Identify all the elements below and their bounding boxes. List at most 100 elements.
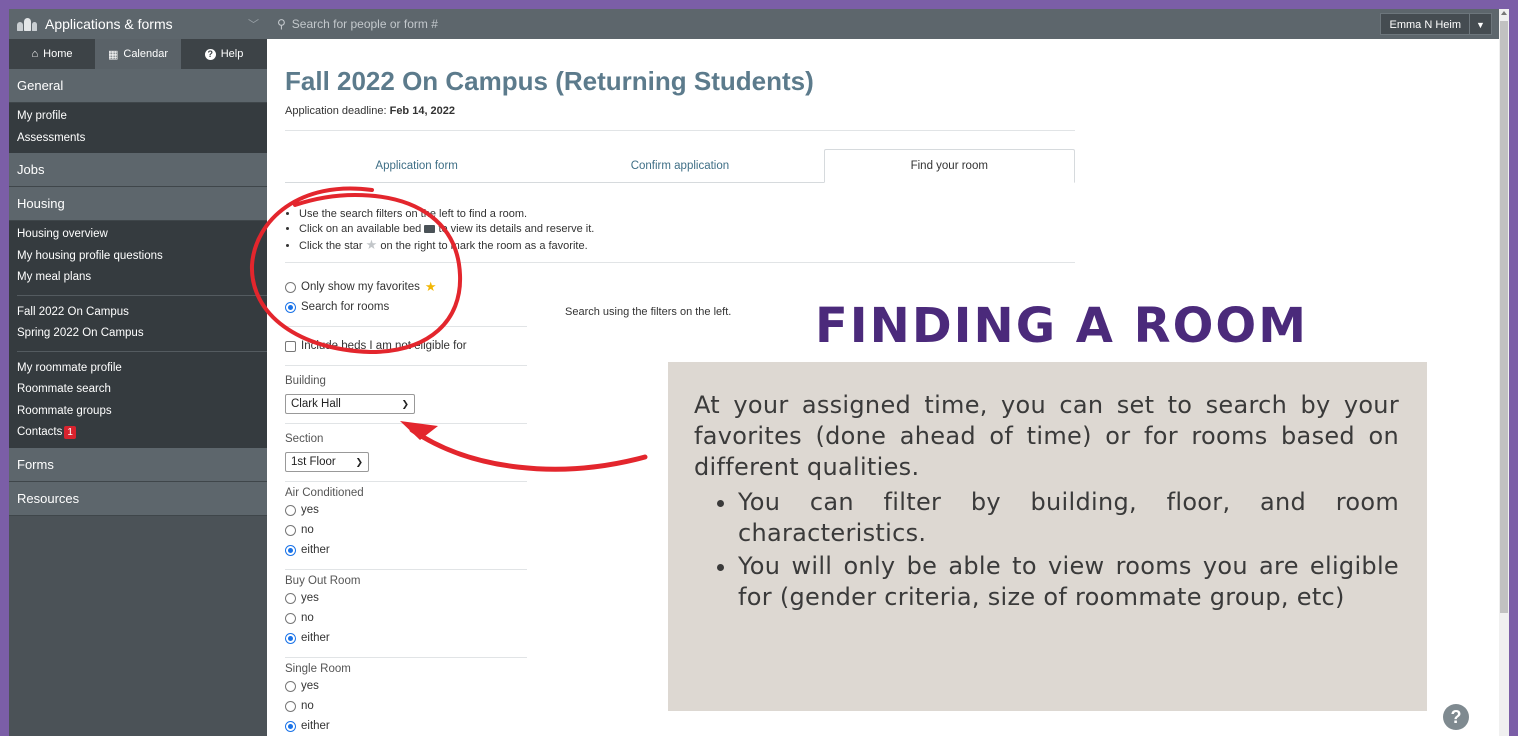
radio-only-favorites[interactable]: Only show my favorites ★ [285, 277, 527, 297]
section-select[interactable]: 1st Floor ❯ [285, 452, 369, 472]
divider [17, 350, 267, 352]
checkbox-include-ineligible[interactable]: Include beds I am not eligible for [285, 336, 527, 356]
callout-box: At your assigned time, you can set to se… [668, 362, 1427, 711]
sidebar-item-spring-2022[interactable]: Spring 2022 On Campus [9, 323, 267, 345]
radio-buyout-either[interactable]: either [285, 628, 527, 648]
chevron-down-icon[interactable]: ﹀ [248, 16, 259, 32]
radio-button[interactable] [285, 504, 296, 516]
instructions-list: Use the search filters on the left to fi… [285, 207, 1075, 254]
sidebar-section-resources[interactable]: Resources [9, 481, 267, 516]
tab-home[interactable]: ⌂ Home [9, 39, 95, 69]
tab-find-your-room[interactable]: Find your room [823, 149, 1075, 183]
topbar: ⚲ Emma N Heim ▼ [267, 9, 1509, 39]
user-menu[interactable]: Emma N Heim ▼ [1380, 13, 1492, 35]
divider [17, 294, 267, 296]
tab-confirm-application[interactable]: Confirm application [548, 149, 811, 182]
caret-down-icon[interactable]: ▼ [1470, 13, 1492, 35]
radio-button[interactable] [285, 680, 296, 692]
radio-buyout-no[interactable]: no [285, 608, 527, 628]
radio-ac-either[interactable]: either [285, 540, 527, 560]
sidebar-item-roommate-groups[interactable]: Roommate groups [9, 401, 267, 423]
section-label: Section [285, 433, 324, 445]
instruction-item: Click the star ★ on the right to mark th… [299, 237, 1075, 254]
sidebar-list-general: My profile Assessments [9, 103, 267, 153]
page-title: Fall 2022 On Campus (Returning Students) [285, 66, 814, 96]
chevron-down-icon: ❯ [355, 456, 363, 467]
room-filters: Only show my favorites ★ Search for room… [285, 263, 527, 736]
scroll-up-icon[interactable] [1501, 11, 1507, 15]
people-icon [17, 17, 37, 31]
sidebar-item-roommate-profile[interactable]: My roommate profile [9, 358, 267, 380]
single-room-filter: Single Room yes no either [285, 658, 527, 736]
help-button[interactable]: ? [1443, 704, 1469, 730]
sidebar-section-general[interactable]: General [9, 69, 267, 103]
search-bar: ⚲ [267, 17, 1380, 31]
divider [285, 130, 1075, 131]
callout-bullet: You can filter by building, floor, and r… [738, 487, 1399, 549]
star-icon: ★ [424, 279, 437, 294]
sidebar-item-assessments[interactable]: Assessments [9, 128, 267, 150]
sidebar-item-contacts[interactable]: Contacts 1 [9, 422, 267, 444]
radio-button[interactable] [285, 281, 296, 293]
radio-single-no[interactable]: no [285, 696, 527, 716]
radio-search-rooms[interactable]: Search for rooms [285, 297, 527, 317]
radio-single-either[interactable]: either [285, 716, 527, 736]
radio-button[interactable] [285, 592, 296, 604]
radio-ac-yes[interactable]: yes [285, 500, 527, 520]
radio-buyout-yes[interactable]: yes [285, 588, 527, 608]
buy-out-filter: Buy Out Room yes no either [285, 570, 527, 658]
radio-button[interactable] [285, 612, 296, 624]
search-input[interactable] [291, 17, 692, 31]
building-select[interactable]: Clark Hall ❯ [285, 394, 415, 414]
tab-calendar[interactable]: ▦ Calendar [95, 39, 181, 69]
contacts-count-badge: 1 [64, 426, 76, 439]
search-icon: ⚲ [277, 17, 286, 31]
home-icon: ⌂ [31, 48, 39, 60]
sidebar-item-meal-plans[interactable]: My meal plans [9, 267, 267, 289]
sidebar-tabs: ⌂ Home ▦ Calendar ? Help [9, 39, 267, 69]
vertical-scrollbar[interactable] [1499, 9, 1509, 736]
include-ineligible-group: Include beds I am not eligible for [285, 327, 527, 366]
callout-bullet: You will only be able to view rooms you … [738, 551, 1399, 613]
radio-button[interactable] [285, 632, 296, 644]
search-mode-group: Only show my favorites ★ Search for room… [285, 263, 527, 327]
radio-button[interactable] [285, 524, 296, 536]
section-filter: Section 1st Floor ❯ [285, 424, 527, 482]
app-title: Applications & forms [45, 16, 173, 32]
tab-help[interactable]: ? Help [181, 39, 267, 69]
radio-button[interactable] [285, 720, 296, 732]
sidebar-list-housing: Housing overview My housing profile ques… [9, 221, 267, 448]
radio-single-yes[interactable]: yes [285, 676, 527, 696]
question-circle-icon: ? [204, 48, 216, 60]
calendar-icon: ▦ [107, 48, 119, 61]
chevron-down-icon: ❯ [401, 398, 409, 409]
application-deadline: Application deadline: Feb 14, 2022 [285, 105, 456, 117]
star-icon: ★ [365, 237, 378, 252]
radio-ac-no[interactable]: no [285, 520, 527, 540]
filter-hint: Search using the filters on the left. [565, 306, 732, 318]
sidebar-section-housing[interactable]: Housing [9, 187, 267, 221]
instruction-item: Use the search filters on the left to fi… [299, 207, 1075, 222]
sidebar-item-my-profile[interactable]: My profile [9, 106, 267, 128]
sidebar-item-housing-profile-questions[interactable]: My housing profile questions [9, 246, 267, 268]
building-filter: Building Clark Hall ❯ [285, 366, 527, 424]
scrollbar-thumb[interactable] [1500, 21, 1508, 613]
callout-intro: At your assigned time, you can set to se… [694, 391, 1399, 481]
sidebar-item-roommate-search[interactable]: Roommate search [9, 379, 267, 401]
radio-button[interactable] [285, 700, 296, 712]
radio-button[interactable] [285, 301, 296, 313]
air-conditioned-filter: Air Conditioned yes no either [285, 482, 527, 570]
sidebar-item-housing-overview[interactable]: Housing overview [9, 224, 267, 246]
instruction-item: Click on an available bed to view its de… [299, 222, 1075, 237]
deadline-value: Feb 14, 2022 [389, 105, 456, 117]
building-label: Building [285, 375, 326, 387]
sidebar-item-fall-2022[interactable]: Fall 2022 On Campus [9, 302, 267, 324]
sidebar-header[interactable]: Applications & forms ﹀ [9, 9, 267, 39]
user-name[interactable]: Emma N Heim [1380, 13, 1470, 35]
sidebar-section-forms[interactable]: Forms [9, 447, 267, 482]
radio-button[interactable] [285, 544, 296, 556]
sidebar-section-jobs[interactable]: Jobs [9, 153, 267, 187]
checkbox[interactable] [285, 340, 296, 352]
bed-icon [424, 225, 436, 234]
tab-application-form[interactable]: Application form [285, 149, 548, 182]
